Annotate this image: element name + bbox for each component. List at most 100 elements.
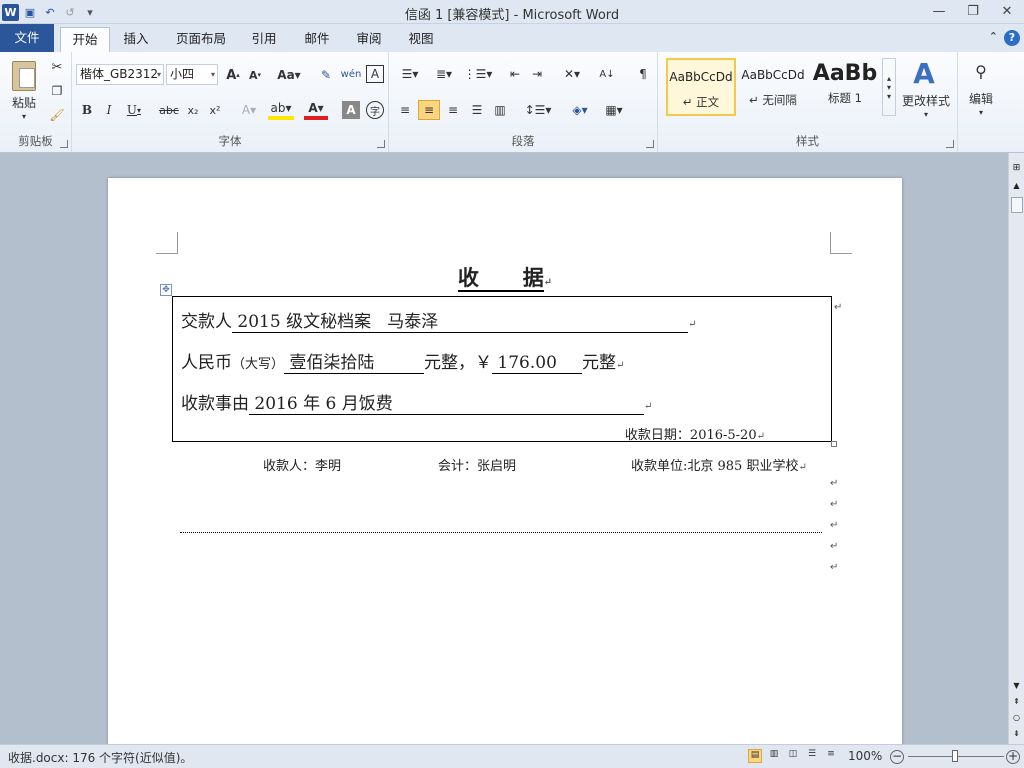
minimize-button[interactable]: — <box>922 0 956 22</box>
tab-page-layout[interactable]: 页面布局 <box>170 27 232 52</box>
subscript-icon[interactable]: x₂ <box>184 100 202 120</box>
restore-button[interactable]: ❐ <box>956 0 990 22</box>
align-center-icon[interactable]: ≡ <box>418 100 440 120</box>
borders-icon[interactable]: ▦▾ <box>599 100 629 120</box>
view-buttons: ▤ ▥ ◫ ☰ ≡ <box>748 749 838 763</box>
tab-view[interactable]: 视图 <box>402 27 440 52</box>
tab-file[interactable]: 文件 <box>0 24 54 52</box>
style-no-spacing[interactable]: AaBbCcDd ↵ 无间隔 <box>738 58 808 116</box>
styles-scroll-icon[interactable]: ▴ ▾ ▾ <box>882 58 896 116</box>
tab-insert[interactable]: 插入 <box>116 27 156 52</box>
help-icon[interactable]: ? <box>1004 30 1020 46</box>
receipt-table[interactable]: 交款人 2015 级文秘档案 马泰泽 ↵ 人民币（大写） 壹佰柒拾陆 元整，￥ 1… <box>172 296 837 447</box>
document-page[interactable]: 收 据↵ ✥ 交款人 2015 级文秘档案 马泰泽 ↵ 人民币（大写） 壹佰柒拾陆… <box>108 178 902 744</box>
text-effects-icon[interactable]: A▾ <box>238 100 260 120</box>
character-shading-icon[interactable]: A <box>342 101 360 119</box>
scroll-down-icon[interactable]: ▼ <box>1011 681 1022 693</box>
scroll-up-icon[interactable]: ▲ <box>1011 181 1022 193</box>
select-browse-object-icon[interactable]: ○ <box>1011 713 1022 725</box>
zoom-slider-thumb[interactable] <box>952 750 958 762</box>
ruler-toggle-icon[interactable]: ⊞ <box>1011 163 1022 175</box>
grow-font-icon[interactable]: A ▴ <box>224 65 242 85</box>
sort-icon[interactable]: A↓ <box>597 64 617 84</box>
align-right-icon[interactable]: ≡ <box>443 100 463 120</box>
styles-launcher-icon[interactable] <box>946 140 954 148</box>
italic-icon[interactable]: I <box>100 100 118 120</box>
paste-button[interactable]: 粘贴 <box>4 94 44 110</box>
change-styles-icon[interactable]: A <box>904 56 944 90</box>
strikethrough-icon[interactable]: abc <box>158 100 180 120</box>
zoom-level[interactable]: 100% <box>848 749 882 763</box>
web-layout-icon[interactable]: ◫ <box>786 749 800 763</box>
decrease-indent-icon[interactable]: ⇤ <box>505 64 525 84</box>
payer-value[interactable]: 2015 级文秘档案 马泰泽 <box>232 307 688 333</box>
zoom-out-icon[interactable]: − <box>890 750 904 764</box>
character-border-icon[interactable]: A <box>366 65 384 83</box>
format-painter-icon[interactable]: 🖌 <box>48 106 66 124</box>
paragraph-launcher-icon[interactable] <box>646 140 654 148</box>
close-button[interactable]: ✕ <box>990 0 1024 22</box>
paste-dropdown-icon[interactable]: ▾ <box>16 110 32 122</box>
align-left-icon[interactable]: ≡ <box>395 100 415 120</box>
chevron-down-icon[interactable]: ▾ <box>975 106 987 118</box>
vertical-scrollbar[interactable]: ⊞ ▲ ▼ ⇞ ○ ⇟ <box>1008 153 1024 744</box>
bullets-icon[interactable]: ☰▾ <box>395 64 425 84</box>
paste-icon[interactable] <box>6 56 42 96</box>
full-screen-reading-icon[interactable]: ▥ <box>767 749 781 763</box>
chinese-layout-icon[interactable]: ✕▾ <box>557 64 587 84</box>
next-page-icon[interactable]: ⇟ <box>1011 729 1022 741</box>
font-family-combo[interactable]: 楷体_GB2312 ▾ <box>76 64 164 85</box>
yuan-zheng-2: 元整 <box>582 353 617 373</box>
style-normal[interactable]: AaBbCcDd ↵ 正文 <box>666 58 736 116</box>
enclose-characters-icon[interactable]: 字 <box>366 101 384 119</box>
style-heading-1[interactable]: AaBb 标题 1 <box>810 58 880 116</box>
line-spacing-icon[interactable]: ↕☰▾ <box>523 100 553 120</box>
font-size-combo[interactable]: 小四 ▾ <box>166 64 218 85</box>
outline-icon[interactable]: ☰ <box>805 749 819 763</box>
clipboard-launcher-icon[interactable] <box>60 140 68 148</box>
chevron-down-icon[interactable]: ▾ <box>920 108 932 120</box>
previous-page-icon[interactable]: ⇞ <box>1011 697 1022 709</box>
reason-value[interactable]: 2016 年 6 月饭费 <box>249 389 644 415</box>
tab-mailings[interactable]: 邮件 <box>298 27 336 52</box>
increase-indent-icon[interactable]: ⇥ <box>527 64 547 84</box>
show-marks-icon[interactable]: ¶ <box>633 64 653 84</box>
tab-references[interactable]: 引用 <box>245 27 283 52</box>
phonetic-guide-icon[interactable]: wén <box>340 63 362 85</box>
underline-icon[interactable]: U ▾ <box>122 100 146 120</box>
numbering-icon[interactable]: ≣▾ <box>429 64 459 84</box>
highlight-icon[interactable]: ab▾ <box>268 100 294 120</box>
print-layout-icon[interactable]: ▤ <box>748 749 762 763</box>
paragraph-mark: ↵ <box>830 562 839 573</box>
minimize-ribbon-icon[interactable]: ⌃ <box>989 30 998 46</box>
zoom-in-icon[interactable]: + <box>1006 750 1020 764</box>
cut-icon[interactable]: ✂ <box>48 58 66 76</box>
change-styles-button[interactable]: 更改样式 <box>898 92 954 108</box>
cut-line <box>180 532 822 533</box>
change-case-icon[interactable]: Aa▾ <box>276 65 302 85</box>
table-resize-handle[interactable] <box>831 441 837 447</box>
font-launcher-icon[interactable] <box>377 140 385 148</box>
amount-words[interactable]: 壹佰柒拾陆 <box>284 348 425 374</box>
amount-value[interactable]: 176.00 <box>492 353 583 374</box>
font-color-icon[interactable]: A▾ <box>304 100 328 120</box>
style-heading-1-name: 标题 1 <box>828 91 862 105</box>
draft-icon[interactable]: ≡ <box>824 749 838 763</box>
multilevel-list-icon[interactable]: ⋮☰▾ <box>463 64 493 84</box>
distributed-icon[interactable]: ▥ <box>490 100 510 120</box>
bold-icon[interactable]: B <box>78 100 96 120</box>
paragraph-mark: ↵ <box>543 277 553 288</box>
clear-formatting-icon[interactable]: ✎ <box>316 65 336 85</box>
justify-icon[interactable]: ☰ <box>467 100 487 120</box>
tab-home[interactable]: 开始 <box>60 27 110 52</box>
superscript-icon[interactable]: x² <box>206 100 224 120</box>
scroll-thumb[interactable] <box>1011 197 1023 213</box>
binoculars-icon[interactable]: ⚲ <box>968 58 994 84</box>
tab-review[interactable]: 审阅 <box>350 27 388 52</box>
table-move-handle-icon[interactable]: ✥ <box>160 284 172 296</box>
copy-icon[interactable]: ❐ <box>48 82 66 100</box>
shading-icon[interactable]: ◈▾ <box>565 100 595 120</box>
rmb-daxie: （大写） <box>232 357 285 372</box>
edit-button[interactable]: 编辑 <box>962 90 1000 106</box>
shrink-font-icon[interactable]: A ▾ <box>246 65 264 85</box>
